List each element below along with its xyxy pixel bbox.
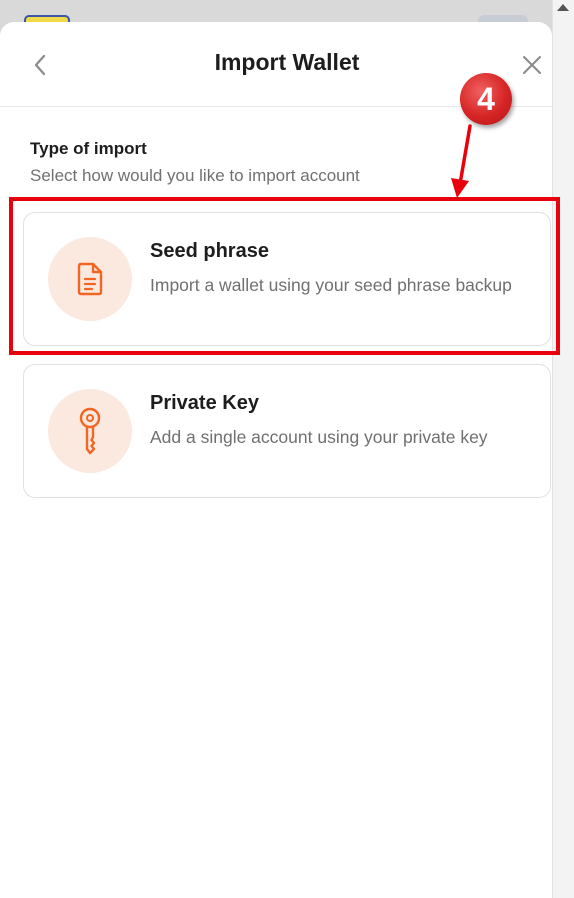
- section-subtitle: Select how would you like to import acco…: [30, 166, 360, 185]
- section-title: Type of import: [30, 139, 147, 158]
- seed-phrase-icon-circle: [48, 237, 132, 321]
- step-arrow-icon: [451, 124, 472, 198]
- seed-phrase-title: Seed phrase: [150, 240, 269, 262]
- seed-phrase-option[interactable]: Seed phrase Import a wallet using your s…: [23, 212, 551, 346]
- document-icon: [77, 262, 103, 296]
- private-key-icon-circle: [48, 389, 132, 473]
- scrollbar[interactable]: [552, 0, 574, 898]
- private-key-title: Private Key: [150, 392, 259, 414]
- scroll-up-arrow-icon[interactable]: [557, 4, 569, 11]
- private-key-description: Add a single account using your private …: [150, 427, 488, 447]
- seed-phrase-description: Import a wallet using your seed phrase b…: [150, 275, 512, 295]
- key-icon: [79, 407, 101, 455]
- private-key-option[interactable]: Private Key Add a single account using y…: [23, 364, 551, 498]
- step-number-badge: 4: [460, 73, 512, 125]
- page-title: Import Wallet: [214, 49, 360, 75]
